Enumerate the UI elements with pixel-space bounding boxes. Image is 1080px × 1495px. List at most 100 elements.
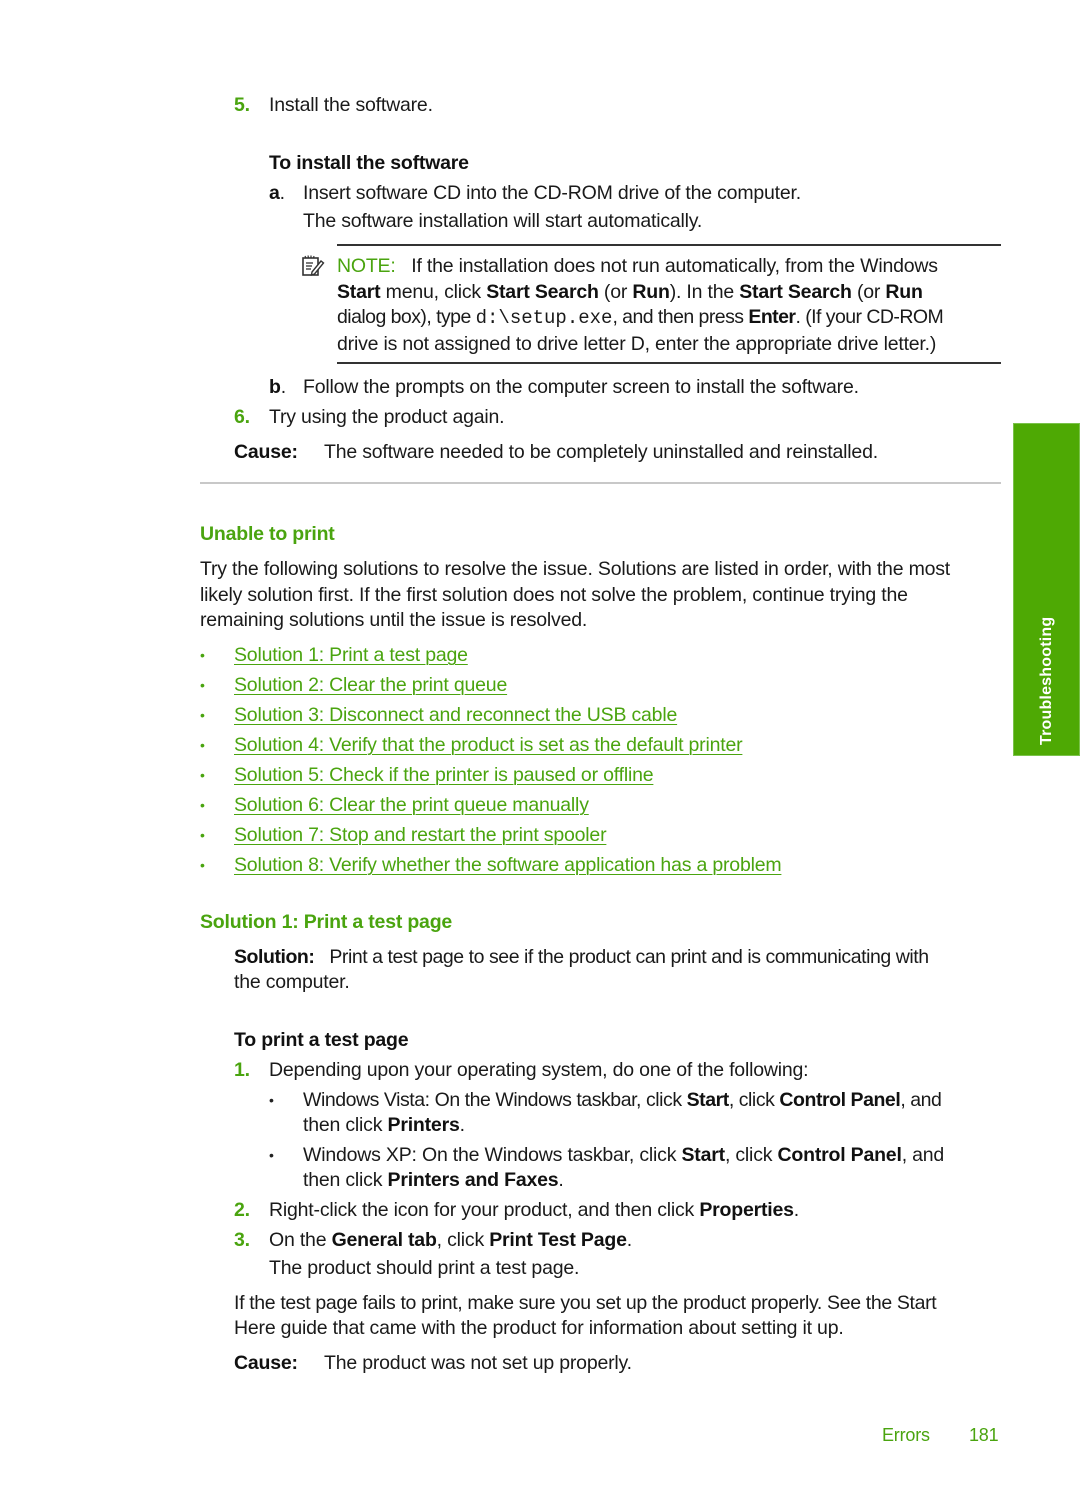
text: (or	[851, 281, 886, 303]
text: .	[626, 1229, 632, 1251]
bullet-icon: •	[200, 857, 205, 873]
step-b-text: Follow the prompts on the computer scree…	[303, 376, 859, 398]
bullet-icon: •	[200, 737, 205, 753]
bold-general-tab: General tab	[331, 1229, 437, 1251]
bold-control-panel: Control Panel	[777, 1144, 902, 1166]
step-letter-dot: .	[279, 182, 285, 204]
step-a-line1: Insert software CD into the CD-ROM drive…	[303, 182, 801, 204]
text: (or	[598, 281, 633, 303]
text: then click	[303, 1114, 388, 1136]
xp-line2: then click Printers and Faxes.	[303, 1169, 564, 1192]
fail-line1: If the test page fails to print, make su…	[234, 1292, 937, 1314]
text: menu, click	[380, 281, 487, 303]
cause-label: Cause:	[234, 1352, 298, 1374]
cause-text: The software needed to be completely uni…	[324, 441, 878, 463]
bold-start-search: Start Search	[486, 281, 599, 303]
text: ). In the	[669, 281, 740, 303]
solution-link-1[interactable]: Solution 1: Print a test page	[234, 644, 468, 667]
bold-run: Run	[632, 281, 670, 303]
solution-1-line1: Solution: Print a test page to see if th…	[234, 946, 929, 969]
text: .	[558, 1169, 564, 1191]
text: .	[793, 1199, 799, 1221]
step-b: b. Follow the prompts on the computer sc…	[269, 376, 859, 399]
note-top-rule	[337, 244, 1001, 246]
cause-text: The product was not set up properly.	[324, 1352, 632, 1374]
step-letter: a	[269, 182, 280, 204]
bold-enter: Enter	[748, 306, 796, 328]
solution-link-6[interactable]: Solution 6: Clear the print queue manual…	[234, 794, 589, 817]
solution-link-8[interactable]: Solution 8: Verify whether the software …	[234, 854, 782, 877]
solution-link-2[interactable]: Solution 2: Clear the print queue	[234, 674, 507, 697]
side-tab-label: Troubleshooting	[1037, 616, 1055, 745]
footer-page-number: 181	[969, 1425, 999, 1445]
bullet-icon: •	[200, 767, 205, 783]
step-text: Try using the product again.	[269, 406, 505, 428]
text: . (If your CD-ROM	[795, 306, 944, 328]
step-number: 6.	[234, 406, 250, 428]
bullet-icon: •	[200, 707, 205, 723]
print-step-3-line2: The product should print a test page.	[269, 1257, 580, 1279]
bold-start: Start	[337, 281, 381, 303]
note-line4: drive is not assigned to drive letter D,…	[337, 333, 937, 355]
footer-section: Errors	[882, 1425, 930, 1445]
print-step-3: 3. On the General tab, click Print Test …	[234, 1229, 632, 1252]
install-heading: To install the software	[269, 152, 469, 174]
note-line1: NOTE: If the installation does not run a…	[337, 255, 938, 278]
intro-line1: Try the following solutions to resolve t…	[200, 558, 951, 580]
bullet-icon: •	[269, 1147, 274, 1163]
bold-printers: Printers	[387, 1114, 460, 1136]
fail-line2: Here guide that came with the product fo…	[234, 1317, 844, 1339]
note-line3: dialog box), type d:\setup.exe, and then…	[337, 306, 944, 329]
text: , click	[724, 1144, 778, 1166]
text: Right-click the icon for your product, a…	[269, 1199, 700, 1221]
step-text: Install the software.	[269, 94, 433, 116]
solution-1-line2: the computer.	[234, 971, 350, 993]
bullet-icon: •	[200, 647, 205, 663]
step-letter: b	[269, 376, 281, 398]
intro-line2: likely solution first. If the first solu…	[200, 584, 908, 606]
text: , and	[900, 1089, 942, 1111]
text: , and	[901, 1144, 945, 1166]
bold-properties: Properties	[699, 1199, 794, 1221]
setup-command: d:\setup.exe	[475, 307, 613, 329]
step-number: 2.	[234, 1199, 250, 1221]
bold-start-search: Start Search	[739, 281, 852, 303]
step-letter-dot: .	[280, 376, 286, 398]
note-line1-text: If the installation does not run automat…	[411, 255, 938, 277]
text: then click	[303, 1169, 388, 1191]
bullet-icon: •	[200, 797, 205, 813]
intro-line3: remaining solutions until the issue is r…	[200, 609, 588, 631]
xp-line1: Windows XP: On the Windows taskbar, clic…	[303, 1144, 944, 1167]
solution-1-heading: Solution 1: Print a test page	[200, 911, 453, 933]
text: On the	[269, 1229, 332, 1251]
bold-run: Run	[885, 281, 923, 303]
solution-link-3[interactable]: Solution 3: Disconnect and reconnect the…	[234, 704, 677, 727]
text: .	[459, 1114, 465, 1136]
bullet-icon: •	[200, 677, 205, 693]
text: , click	[436, 1229, 490, 1251]
text: , click	[728, 1089, 780, 1111]
step-number: 5.	[234, 94, 250, 116]
solution-label: Solution:	[234, 946, 315, 968]
step-text: Depending upon your operating system, do…	[269, 1059, 809, 1081]
text: Windows Vista: On the Windows taskbar, c…	[303, 1089, 687, 1111]
print-step-1: 1. Depending upon your operating system,…	[234, 1059, 809, 1082]
cause-1: Cause: The software needed to be complet…	[234, 441, 878, 464]
unable-to-print-heading: Unable to print	[200, 523, 335, 545]
text: , and then press	[612, 306, 749, 328]
vista-line2: then click Printers.	[303, 1114, 465, 1137]
note-label: NOTE:	[337, 255, 396, 277]
note-pencil-icon	[301, 254, 325, 278]
troubleshooting-side-tab: Troubleshooting	[1013, 423, 1080, 756]
bullet-icon: •	[269, 1092, 274, 1108]
solution-link-5[interactable]: Solution 5: Check if the printer is paus…	[234, 764, 654, 787]
bullet-icon: •	[200, 827, 205, 843]
step-6: 6. Try using the product again.	[234, 406, 505, 429]
print-test-page-heading: To print a test page	[234, 1029, 409, 1051]
bold-start: Start	[681, 1144, 726, 1166]
note-bottom-rule	[337, 362, 1001, 364]
print-step-2: 2. Right-click the icon for your product…	[234, 1199, 799, 1222]
solution-link-7[interactable]: Solution 7: Stop and restart the print s…	[234, 824, 607, 847]
cause-2: Cause: The product was not set up proper…	[234, 1352, 632, 1375]
solution-link-4[interactable]: Solution 4: Verify that the product is s…	[234, 734, 743, 757]
